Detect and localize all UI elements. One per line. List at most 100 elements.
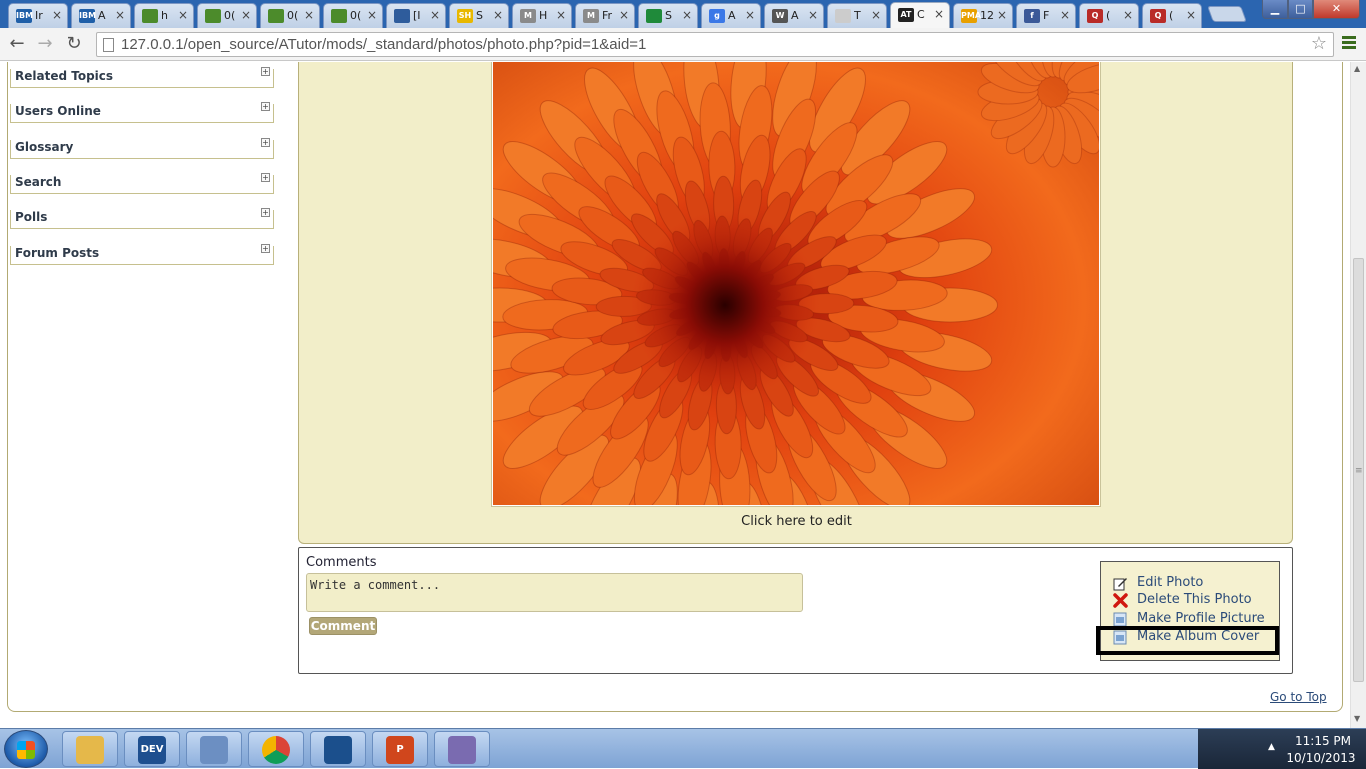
browser-tab[interactable]: Q(× xyxy=(1142,3,1202,28)
reload-button[interactable]: ↻ xyxy=(63,33,85,55)
tab-title: 0( xyxy=(287,9,299,22)
browser-toolbar: ← → ↻ 127.0.0.1/open_source/ATutor/mods/… xyxy=(0,28,1366,61)
edit-photo-label: Edit Photo xyxy=(1137,575,1204,590)
tab-close-icon[interactable]: × xyxy=(493,8,503,22)
windows-logo-icon xyxy=(17,741,35,759)
expand-icon[interactable]: + xyxy=(261,173,270,182)
address-bar[interactable]: 127.0.0.1/open_source/ATutor/mods/_stand… xyxy=(96,32,1334,57)
sidebar-item-forum-posts[interactable]: Forum Posts + xyxy=(10,244,274,265)
tab-title: F xyxy=(1043,9,1050,22)
tab-close-icon[interactable]: × xyxy=(1123,8,1133,22)
browser-tab[interactable]: Q(× xyxy=(1079,3,1139,28)
tab-close-icon[interactable]: × xyxy=(808,8,818,22)
browser-tab[interactable]: 0(× xyxy=(197,3,257,28)
taskbar-app-button[interactable] xyxy=(62,731,118,767)
browser-tab[interactable]: S × xyxy=(638,3,698,28)
flower-photo[interactable] xyxy=(493,62,1099,505)
browser-tab[interactable]: IBM A × xyxy=(71,3,131,28)
browser-tab[interactable]: 0(× xyxy=(323,3,383,28)
tab-title: A xyxy=(791,9,799,22)
browser-tab[interactable]: T × xyxy=(827,3,887,28)
sidebar-item-glossary[interactable]: Glossary + xyxy=(10,138,274,159)
taskbar-app-button[interactable]: DEV xyxy=(124,731,180,767)
profile-picture-icon xyxy=(1113,612,1127,627)
clock-time[interactable]: 11:15 PM xyxy=(1288,734,1358,748)
start-button[interactable] xyxy=(4,730,48,768)
sidebar-item-search[interactable]: Search + xyxy=(10,173,274,194)
minimize-window-button[interactable]: ▁ xyxy=(1262,0,1288,19)
tab-close-icon[interactable]: × xyxy=(619,8,629,22)
tab-close-icon[interactable]: × xyxy=(934,7,944,21)
scroll-up-icon[interactable]: ▲ xyxy=(1354,64,1360,73)
chrome-icon xyxy=(262,736,290,764)
browser-tab[interactable]: g A × xyxy=(701,3,761,28)
tab-close-icon[interactable]: × xyxy=(178,8,188,22)
taskbar-app-button[interactable] xyxy=(310,731,366,767)
expand-icon[interactable]: + xyxy=(261,67,270,76)
taskbar-app-button[interactable] xyxy=(186,731,242,767)
browser-tab[interactable]: M Fr × xyxy=(575,3,635,28)
sidebar-item-users-online[interactable]: Users Online + xyxy=(10,102,274,123)
tab-close-icon[interactable]: × xyxy=(871,8,881,22)
taskbar-app-button[interactable] xyxy=(434,731,490,767)
browser-tab[interactable]: M H × xyxy=(512,3,572,28)
expand-icon[interactable]: + xyxy=(261,102,270,111)
tab-close-icon[interactable]: × xyxy=(556,8,566,22)
browser-tab[interactable]: h × xyxy=(134,3,194,28)
virtualbox-icon xyxy=(200,736,228,764)
expand-icon[interactable]: + xyxy=(261,208,270,217)
clock-date[interactable]: 10/10/2013 xyxy=(1284,751,1358,765)
atutor-icon: AT xyxy=(898,8,914,22)
tab-close-icon[interactable]: × xyxy=(997,8,1007,22)
tab-close-icon[interactable]: × xyxy=(745,8,755,22)
vertical-scrollbar[interactable]: ▲ ≡ ▼ xyxy=(1350,62,1366,728)
sidebar-item-label: Glossary xyxy=(15,140,74,154)
browser-tab[interactable]: W A × xyxy=(764,3,824,28)
url-text[interactable]: 127.0.0.1/open_source/ATutor/mods/_stand… xyxy=(121,36,646,53)
expand-icon[interactable]: + xyxy=(261,244,270,253)
tab-title: T xyxy=(854,9,861,22)
comment-input[interactable]: Write a comment... xyxy=(306,573,803,612)
back-button[interactable]: ← xyxy=(6,33,28,55)
sidebar-item-label: Polls xyxy=(15,210,48,224)
tab-close-icon[interactable]: × xyxy=(367,8,377,22)
tab-close-icon[interactable]: × xyxy=(241,8,251,22)
browser-tab[interactable]: AT C × xyxy=(890,2,950,28)
windows-taskbar: DEV P ▲ 11:15 PM 10/10/2013 xyxy=(0,728,1366,769)
browser-tab[interactable]: IBM Ir × xyxy=(8,3,68,28)
tab-close-icon[interactable]: × xyxy=(1186,8,1196,22)
maximize-window-button[interactable]: □ xyxy=(1288,0,1313,19)
scroll-down-icon[interactable]: ▼ xyxy=(1354,714,1360,723)
close-window-button[interactable]: ✕ xyxy=(1313,0,1360,19)
new-tab-button[interactable] xyxy=(1207,6,1247,22)
tab-close-icon[interactable]: × xyxy=(115,8,125,22)
browser-tab[interactable]: f F × xyxy=(1016,3,1076,28)
tab-close-icon[interactable]: × xyxy=(304,8,314,22)
dev-icon: DEV xyxy=(138,736,166,764)
browser-tab[interactable]: PMA 12 × xyxy=(953,3,1013,28)
tab-title: 12 xyxy=(980,9,994,22)
bookmark-star-icon[interactable]: ☆ xyxy=(1311,33,1327,54)
tab-close-icon[interactable]: × xyxy=(682,8,692,22)
expand-icon[interactable]: + xyxy=(261,138,270,147)
browser-tab[interactable]: 0( × xyxy=(260,3,320,28)
comment-submit-button[interactable]: Comment xyxy=(309,617,377,635)
browser-tab[interactable]: SH S × xyxy=(449,3,509,28)
browser-tab[interactable]: [I × xyxy=(386,3,446,28)
taskbar-app-button[interactable] xyxy=(248,731,304,767)
sidebar-item-polls[interactable]: Polls + xyxy=(10,208,274,229)
forward-button[interactable]: → xyxy=(34,33,56,55)
edit-photo-caption[interactable]: Click here to edit xyxy=(299,514,1294,529)
chrome-menu-icon[interactable] xyxy=(1342,34,1356,52)
taskbar-app-button[interactable]: P xyxy=(372,731,428,767)
tab-title: A xyxy=(98,9,106,22)
tray-expand-icon[interactable]: ▲ xyxy=(1268,742,1275,752)
tab-close-icon[interactable]: × xyxy=(52,8,62,22)
frog-icon xyxy=(268,9,284,23)
sidebar-item-label: Search xyxy=(15,175,62,189)
tab-close-icon[interactable]: × xyxy=(430,8,440,22)
sidebar-item-related-topics[interactable]: Related Topics + xyxy=(10,67,274,88)
tab-close-icon[interactable]: × xyxy=(1060,8,1070,22)
wikipedia-icon: W xyxy=(772,9,788,23)
go-to-top-link[interactable]: Go to Top xyxy=(1270,690,1327,704)
